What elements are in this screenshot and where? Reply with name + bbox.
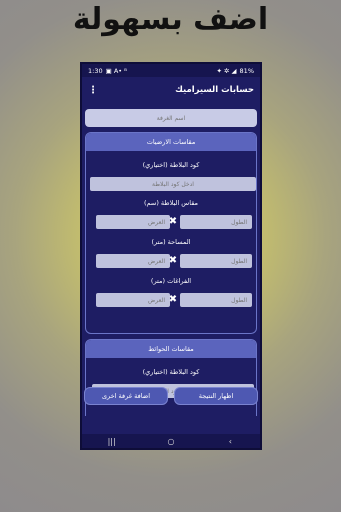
walls-card-header: مقاسات الحوائط [86,340,256,358]
area-label: المساحة (متر) [151,238,191,246]
battery-level: 81% [239,66,254,75]
multiply-icon: ✖ [168,216,178,227]
overflow-menu-icon[interactable]: ⋮ [88,85,98,96]
area-length-input[interactable] [180,254,252,268]
promo-headline: اضف بسهولة [72,2,269,37]
voids-length-input[interactable] [180,293,252,307]
multiply-icon: ✖ [168,294,178,305]
tile-length-input[interactable] [180,215,252,229]
recents-icon[interactable]: ||| [97,437,127,446]
back-icon[interactable]: ‹ [215,437,245,446]
room-name-input[interactable] [85,109,257,127]
tile-size-label: مقاس البلاطة (سم) [144,199,198,207]
status-time: 1:30 [88,66,103,75]
multiply-icon: ✖ [168,255,178,266]
tile-width-input[interactable] [96,215,170,229]
notification-icons: ▣ A• ᴮ [105,66,127,75]
system-nav-bar: ||| ○ ‹ [82,434,260,448]
home-icon[interactable]: ○ [156,437,186,446]
app-bar: ⋮ حسابات السيراميك [82,77,260,103]
voids-label: الفراغات (متر) [150,277,192,285]
add-room-button[interactable]: اضافة غرفة اخرى [84,387,168,405]
floor-card-header: مقاسات الارضيات [86,133,256,151]
area-width-input[interactable] [96,254,170,268]
status-bar: 1:30 ▣ A• ᴮ ✦ ✲ ◢ 81% [82,64,260,77]
scroll-content[interactable]: مقاسات الارضيات كود البلاطة (اختياري) مق… [82,106,260,416]
floor-card: مقاسات الارضيات كود البلاطة (اختياري) مق… [85,132,257,334]
app-title: حسابات السيراميك [175,85,254,95]
wall-tile-code-label: كود البلاطة (اختياري) [142,368,200,376]
floor-tile-code-input[interactable] [90,177,256,191]
floor-tile-code-label: كود البلاطة (اختياري) [142,161,200,169]
signal-icons: ✦ ✲ ◢ [216,66,237,75]
phone-screen: 1:30 ▣ A• ᴮ ✦ ✲ ◢ 81% ⋮ حسابات السيراميك… [80,62,262,450]
voids-width-input[interactable] [96,293,170,307]
show-result-button[interactable]: اظهار النتيجة [174,387,258,405]
